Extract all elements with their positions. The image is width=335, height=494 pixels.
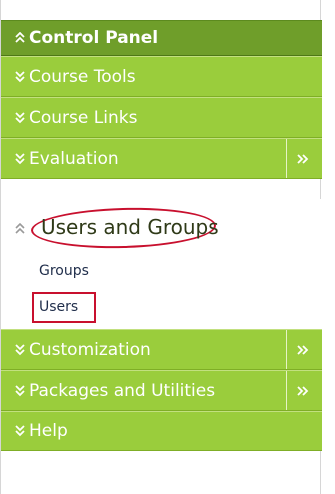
menu-item-packages-and-utilities[interactable]: Packages and Utilities — [1, 370, 322, 411]
double-chevron-down-icon — [15, 343, 25, 355]
flyout-divider — [286, 330, 287, 369]
double-chevron-up-icon[interactable] — [15, 223, 25, 235]
menu-section-users-and-groups: Users and Groups Groups Users — [1, 199, 322, 329]
submenu-item-groups[interactable]: Groups — [39, 263, 89, 279]
menu-item-customization[interactable]: Customization — [1, 329, 322, 370]
control-panel: Control Panel Course Tools Course Links … — [0, 0, 322, 494]
control-panel-header[interactable]: Control Panel — [1, 20, 322, 56]
double-chevron-right-icon[interactable] — [294, 153, 310, 165]
menu-item-label: Packages and Utilities — [29, 380, 216, 401]
menu-item-evaluation[interactable]: Evaluation — [1, 138, 322, 179]
double-chevron-down-icon — [15, 70, 25, 82]
menu-item-label: Customization — [29, 339, 151, 360]
menu-item-label: Evaluation — [29, 148, 119, 169]
double-chevron-down-icon — [15, 384, 25, 396]
double-chevron-up-icon — [15, 32, 25, 43]
menu-item-course-links[interactable]: Course Links — [1, 97, 322, 138]
menu-item-course-tools[interactable]: Course Tools — [1, 56, 322, 97]
double-chevron-right-icon[interactable] — [294, 385, 310, 397]
control-panel-title: Control Panel — [29, 28, 159, 48]
menu-item-label: Course Links — [29, 107, 138, 128]
menu-item-help[interactable]: Help — [1, 411, 322, 451]
double-chevron-down-icon — [15, 425, 25, 437]
menu-item-label: Course Tools — [29, 66, 136, 87]
flyout-divider — [286, 371, 287, 410]
double-chevron-right-icon[interactable] — [294, 344, 310, 356]
menu-item-label: Help — [29, 421, 68, 441]
double-chevron-down-icon — [15, 111, 25, 123]
flyout-divider — [286, 139, 287, 178]
section-title-users-and-groups[interactable]: Users and Groups — [41, 215, 219, 239]
double-chevron-down-icon — [15, 152, 25, 164]
submenu-item-users[interactable]: Users — [39, 299, 78, 315]
